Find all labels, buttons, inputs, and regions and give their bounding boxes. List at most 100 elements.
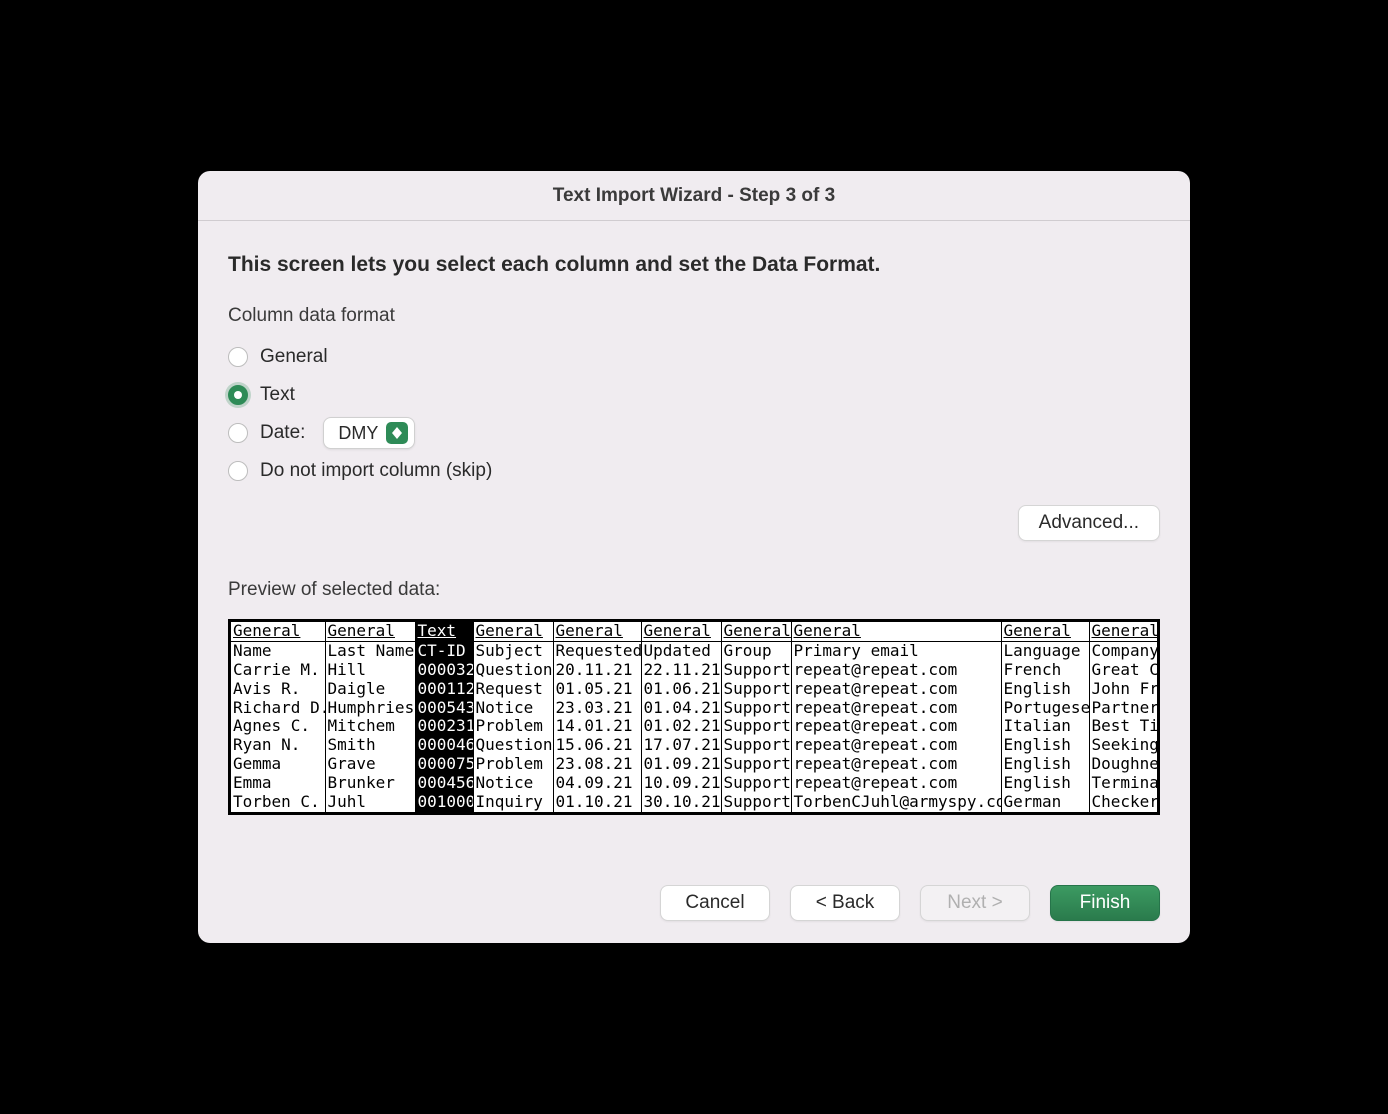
preview-cell[interactable]: repeat@repeat.com [791,717,1001,736]
preview-cell[interactable]: Support [721,717,791,736]
preview-cell[interactable]: Support [721,699,791,718]
preview-cell[interactable]: Terminator [1089,774,1160,793]
advanced-button[interactable]: Advanced... [1018,505,1160,541]
preview-cell[interactable]: Smith [325,736,415,755]
preview-cell[interactable]: Hill [325,661,415,680]
column-format-header[interactable]: Text [415,622,473,641]
preview-cell[interactable]: Torben C. [231,793,325,812]
column-format-header[interactable]: General [473,622,553,641]
preview-cell[interactable]: Support [721,774,791,793]
column-format-header[interactable]: General [553,622,641,641]
preview-cell[interactable]: Updated [641,641,721,660]
preview-cell[interactable]: 23.03.21 [553,699,641,718]
preview-cell[interactable]: 000456 [415,774,473,793]
preview-cell[interactable]: Brunker [325,774,415,793]
preview-cell[interactable]: Problem [473,755,553,774]
preview-cell[interactable]: Question [473,736,553,755]
preview-cell[interactable]: English [1001,755,1089,774]
preview-cell[interactable]: Language [1001,641,1089,660]
preview-cell[interactable]: repeat@repeat.com [791,680,1001,699]
preview-cell[interactable]: Gemma [231,755,325,774]
radio-skip-row[interactable]: Do not import column (skip) [228,455,1160,487]
preview-cell[interactable]: Inquiry [473,793,553,812]
preview-cell[interactable]: 17.07.21 [641,736,721,755]
preview-cell[interactable]: Support [721,661,791,680]
preview-cell[interactable]: 01.10.21 [553,793,641,812]
preview-cell[interactable]: repeat@repeat.com [791,736,1001,755]
radio-general[interactable] [228,347,248,367]
preview-cell[interactable]: Doughnet [1089,755,1160,774]
preview-cell[interactable]: repeat@repeat.com [791,755,1001,774]
back-button[interactable]: < Back [790,885,900,921]
preview-cell[interactable]: 01.09.21 [641,755,721,774]
preview-cell[interactable]: Subject [473,641,553,660]
preview-cell[interactable]: German [1001,793,1089,812]
preview-cell[interactable]: Mitchem [325,717,415,736]
preview-cell[interactable]: 10.09.21 [641,774,721,793]
preview-cell[interactable]: Support [721,793,791,812]
preview-cell[interactable]: Request [473,680,553,699]
preview-cell[interactable]: John Free [1089,680,1160,699]
preview-cell[interactable]: 000046 [415,736,473,755]
preview-cell[interactable]: Support [721,680,791,699]
preview-cell[interactable]: 04.09.21 [553,774,641,793]
radio-text[interactable] [228,385,248,405]
preview-cell[interactable]: 000543 [415,699,473,718]
preview-cell[interactable]: TorbenCJuhl@armyspy.com [791,793,1001,812]
preview-cell[interactable]: 000075 [415,755,473,774]
radio-date[interactable] [228,423,248,443]
preview-cell[interactable]: 20.11.21 [553,661,641,680]
preview-cell[interactable]: Juhl [325,793,415,812]
preview-cell[interactable]: Name [231,641,325,660]
preview-cell[interactable]: repeat@repeat.com [791,699,1001,718]
column-format-header[interactable]: General [231,622,325,641]
preview-cell[interactable]: Problem [473,717,553,736]
preview-table[interactable]: GeneralGeneralTextGeneralGeneralGeneralG… [231,622,1160,812]
preview-cell[interactable]: Carrie M. [231,661,325,680]
preview-cell[interactable]: 23.08.21 [553,755,641,774]
preview-cell[interactable]: Primary email [791,641,1001,660]
preview-cell[interactable]: Requested [553,641,641,660]
preview-cell[interactable]: Avis R. [231,680,325,699]
radio-date-row[interactable]: Date: DMY [228,417,1160,449]
preview-cell[interactable]: Grave [325,755,415,774]
preview-box[interactable]: GeneralGeneralTextGeneralGeneralGeneralG… [228,619,1160,815]
column-format-header[interactable]: General [641,622,721,641]
preview-cell[interactable]: Question [473,661,553,680]
preview-cell[interactable]: 14.01.21 [553,717,641,736]
preview-cell[interactable]: 01.05.21 [553,680,641,699]
preview-cell[interactable]: repeat@repeat.com [791,774,1001,793]
preview-cell[interactable]: Richard D. [231,699,325,718]
column-format-header[interactable]: General [721,622,791,641]
preview-cell[interactable]: Great Comp [1089,661,1160,680]
preview-cell[interactable]: Notice [473,774,553,793]
preview-cell[interactable]: 30.10.21 [641,793,721,812]
preview-cell[interactable]: Partner Wo [1089,699,1160,718]
preview-cell[interactable]: Last Name [325,641,415,660]
preview-cell[interactable]: Support [721,755,791,774]
radio-general-row[interactable]: General [228,341,1160,373]
preview-cell[interactable]: CT-ID [415,641,473,660]
preview-cell[interactable]: 001000 [415,793,473,812]
column-format-header[interactable]: General [791,622,1001,641]
preview-cell[interactable]: Agnes C. [231,717,325,736]
preview-cell[interactable]: 22.11.21 [641,661,721,680]
radio-skip[interactable] [228,461,248,481]
preview-cell[interactable]: English [1001,680,1089,699]
radio-text-row[interactable]: Text [228,379,1160,411]
preview-cell[interactable]: 01.02.21 [641,717,721,736]
preview-cell[interactable]: Italian [1001,717,1089,736]
date-format-select[interactable]: DMY [323,417,415,449]
preview-cell[interactable]: Daigle [325,680,415,699]
column-format-header[interactable]: General [1001,622,1089,641]
column-format-header[interactable]: General [1089,622,1160,641]
preview-cell[interactable]: English [1001,736,1089,755]
preview-cell[interactable]: 01.04.21 [641,699,721,718]
preview-cell[interactable]: 01.06.21 [641,680,721,699]
preview-cell[interactable]: Emma [231,774,325,793]
preview-cell[interactable]: Best Ticke [1089,717,1160,736]
preview-cell[interactable]: Company [1089,641,1160,660]
cancel-button[interactable]: Cancel [660,885,770,921]
preview-cell[interactable]: Group [721,641,791,660]
preview-cell[interactable]: 000231 [415,717,473,736]
